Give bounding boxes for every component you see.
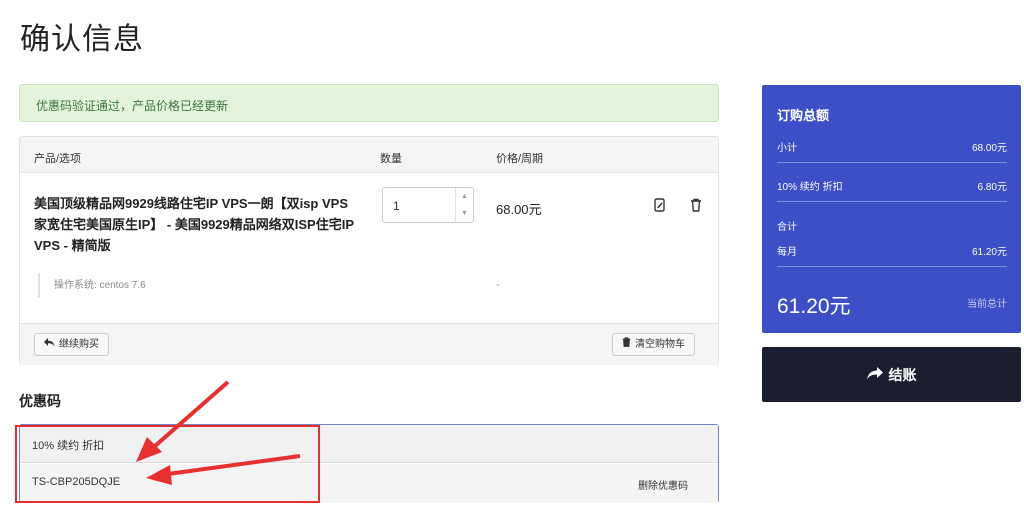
quantity-input[interactable]: 1 — [393, 199, 400, 213]
share-arrow-icon — [866, 366, 883, 383]
product-name: 美国顶级精品网9929线路住宅IP VPS一朗【双isp VPS 家宽住宅美国原… — [34, 196, 354, 253]
header-qty: 数量 — [380, 153, 402, 165]
success-alert: 优惠码验证通过，产品价格已经更新 — [19, 84, 719, 122]
checkout-label: 结账 — [888, 366, 917, 383]
summary-divider — [777, 162, 1007, 163]
reply-arrow-icon — [44, 334, 55, 355]
empty-cart-button[interactable]: 清空购物车 — [612, 333, 695, 356]
header-product: 产品/选项 — [34, 153, 82, 165]
continue-shopping-button[interactable]: 继续购买 — [34, 333, 109, 356]
cart-table: 产品/选项 数量 价格/周期 美国顶级精品网9929线路住宅IP VPS一朗【双… — [19, 136, 719, 365]
discount-row: 10% 续约 折扣 6.80元 — [777, 178, 1007, 193]
page-title: 确认信息 — [20, 23, 144, 56]
edit-icon[interactable] — [654, 198, 668, 214]
cart-footer: 继续购买 清空购物车 — [20, 323, 718, 365]
total-section-row: 合计 — [777, 218, 1007, 233]
subtotal-row: 小计 68.00元 — [777, 139, 1007, 154]
discount-value: 6.80元 — [977, 182, 1007, 193]
summary-divider — [777, 266, 1007, 267]
monthly-label: 每月 — [777, 247, 797, 258]
quantity-stepper[interactable]: 1 ▲ ▼ — [382, 187, 474, 223]
subtotal-value: 68.00元 — [971, 143, 1007, 154]
cart-header: 产品/选项 数量 价格/周期 — [20, 137, 718, 173]
decrement-icon[interactable]: ▼ — [456, 205, 473, 222]
subtotal-label: 小计 — [777, 143, 797, 154]
total-section-label: 合计 — [777, 222, 797, 233]
product-option: 操作系统: centos 7.6 — [38, 273, 146, 298]
cart-item: 美国顶级精品网9929线路住宅IP VPS一朗【双isp VPS 家宽住宅美国原… — [20, 173, 718, 322]
annotation-highlight-box — [15, 425, 320, 503]
discount-label: 10% 续约 折扣 — [777, 182, 843, 193]
trash-icon[interactable] — [690, 198, 704, 214]
continue-shopping-label: 继续购买 — [59, 339, 99, 350]
monthly-value: 61.20元 — [971, 247, 1007, 258]
summary-divider — [777, 201, 1007, 202]
remove-promo-link[interactable]: 删除优惠码 — [638, 477, 688, 492]
quantity-spinner[interactable]: ▲ ▼ — [455, 188, 473, 222]
summary-title: 订购总额 — [777, 108, 830, 123]
increment-icon[interactable]: ▲ — [456, 188, 473, 205]
order-summary: 订购总额 小计 68.00元 10% 续约 折扣 6.80元 合计 每月 61.… — [762, 85, 1021, 333]
checkout-button[interactable]: 结账 — [762, 347, 1021, 402]
promo-section-title: 优惠码 — [19, 393, 61, 409]
option-price: - — [496, 279, 500, 291]
product-price: 68.00元 — [496, 202, 542, 217]
trash-icon — [622, 334, 631, 355]
monthly-row: 每月 61.20元 — [777, 243, 1007, 258]
header-price: 价格/周期 — [496, 153, 544, 165]
empty-cart-label: 清空购物车 — [635, 339, 685, 350]
total-note: 当前总计 — [967, 299, 1007, 310]
total-amount: 61.20元 — [777, 295, 851, 318]
